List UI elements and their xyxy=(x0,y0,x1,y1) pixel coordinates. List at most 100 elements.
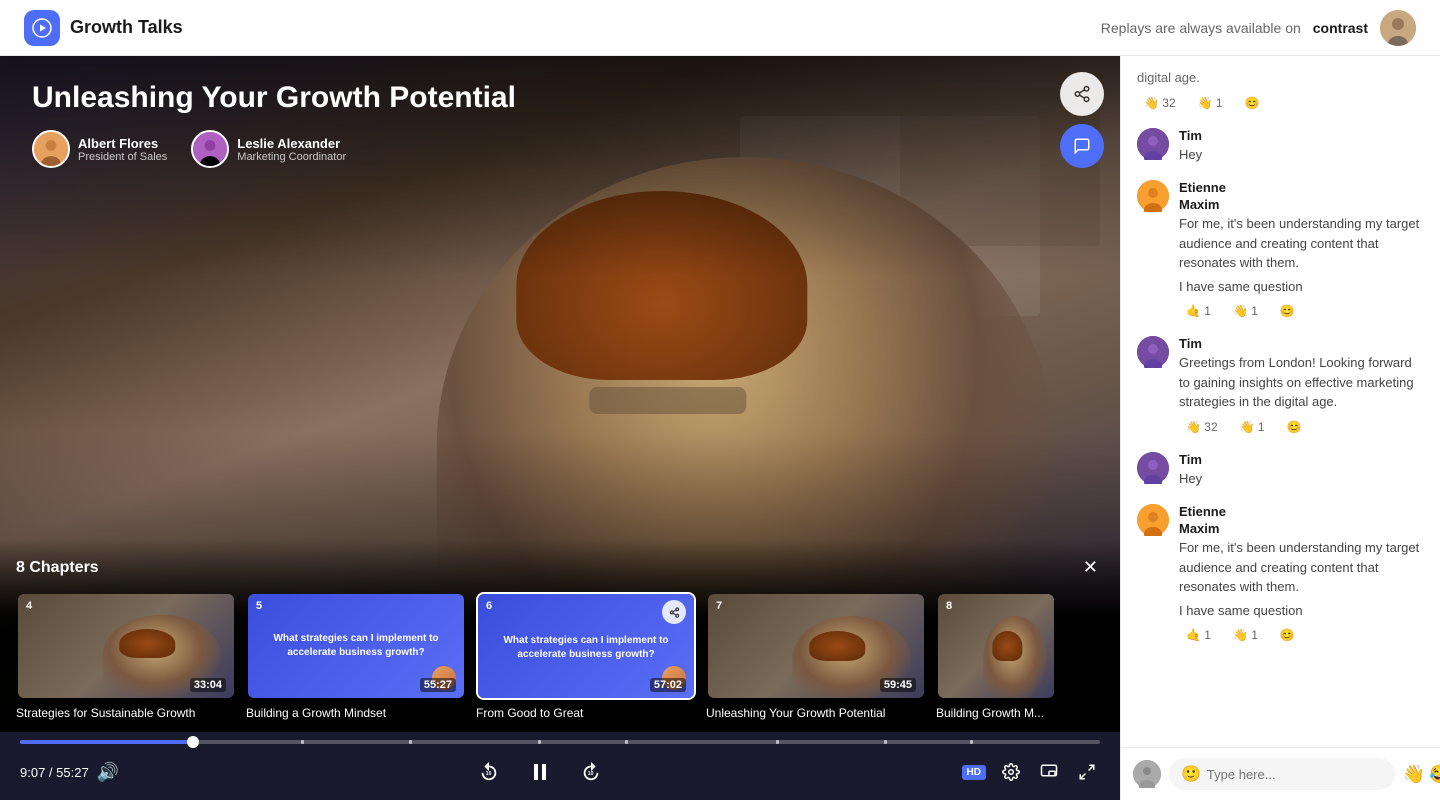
avatar-tim xyxy=(1137,128,1169,160)
avatar-etienne-2 xyxy=(1137,504,1169,536)
user-avatar[interactable] xyxy=(1380,10,1416,46)
chapter-4-num: 4 xyxy=(26,600,32,612)
list-item: Tim Greetings from London! Looking forwa… xyxy=(1137,336,1424,436)
chat-input-area: 🙂 👋 😂 🔥 xyxy=(1121,747,1440,800)
video-area: Unleashing Your Growth Potential Albert … xyxy=(0,56,1120,800)
chat-content-tim-1: Tim Hey xyxy=(1179,128,1424,165)
header: Growth Talks Replays are always availabl… xyxy=(0,0,1440,56)
chapter-card-6[interactable]: What strategies can I implement to accel… xyxy=(476,592,696,732)
list-item: Etienne Maxim For me, it's been understa… xyxy=(1137,504,1424,644)
chapter-card-5[interactable]: What strategies can I implement to accel… xyxy=(246,592,466,732)
reaction-emoji-1[interactable]: 🤙 1 xyxy=(1179,302,1218,320)
controls-bar: 9:07 / 55:27 🔊 10 xyxy=(0,732,1120,800)
chapters-header: 8 Chapters ✕ xyxy=(16,555,1104,580)
chapters-close-button[interactable]: ✕ xyxy=(1077,555,1104,580)
chapter-6-num: 6 xyxy=(486,600,492,612)
header-left: Growth Talks xyxy=(24,10,183,46)
speaker-1-info: Albert Flores President of Sales xyxy=(78,136,167,163)
reactions-row-london: 👋 32 👋 1 😊 xyxy=(1179,418,1424,436)
chat-text-tim-3: Hey xyxy=(1179,469,1424,489)
reaction-clap-3[interactable]: 👋 1 xyxy=(1226,626,1265,644)
controls-right: HD xyxy=(962,759,1100,785)
chapter-thumb-8: 8 xyxy=(936,592,1056,700)
hd-button[interactable]: HD xyxy=(962,765,986,780)
controls-center: 10 10 xyxy=(474,756,606,788)
speaker-1-name: Albert Flores xyxy=(78,136,167,151)
reaction-wave-32[interactable]: 👋 32 xyxy=(1179,418,1225,436)
chat-input-wrap: 🙂 xyxy=(1169,758,1395,790)
reaction-smile-4[interactable]: 😊 xyxy=(1273,626,1302,644)
forward-button[interactable]: 10 xyxy=(576,757,606,787)
rewind-button[interactable]: 10 xyxy=(474,757,504,787)
app-title: Growth Talks xyxy=(70,17,183,38)
video-container[interactable]: Unleashing Your Growth Potential Albert … xyxy=(0,56,1120,732)
reaction-clap-32[interactable]: 👋 32 xyxy=(1137,94,1183,112)
reaction-clap-2[interactable]: 👋 1 xyxy=(1226,302,1265,320)
fullscreen-button[interactable] xyxy=(1074,759,1100,785)
volume-button[interactable]: 🔊 xyxy=(97,762,119,783)
speaker-2-role: Marketing Coordinator xyxy=(237,151,346,163)
main-content: Unleashing Your Growth Potential Albert … xyxy=(0,56,1440,800)
reaction-emoji-3[interactable]: 🤙 1 xyxy=(1179,626,1218,644)
chapter-5-num: 5 xyxy=(256,600,262,612)
comment-button[interactable] xyxy=(1060,124,1104,168)
chat-author: Tim xyxy=(1179,128,1424,143)
emoji-laugh-button[interactable]: 😂 xyxy=(1429,764,1440,785)
chat-author-maxim: Maxim xyxy=(1179,197,1424,212)
chapter-6-duration: 57:02 xyxy=(650,678,686,692)
reaction-smile[interactable]: 😊 xyxy=(1238,94,1267,112)
progress-bar[interactable] xyxy=(20,732,1100,748)
pause-button[interactable] xyxy=(524,756,556,788)
smiley-icon: 🙂 xyxy=(1181,764,1201,784)
reaction-smile-2[interactable]: 😊 xyxy=(1273,302,1302,320)
time-display: 9:07 / 55:27 xyxy=(20,765,89,780)
chapter-card-4[interactable]: 4 33:04 Strategies for Sustainable Growt… xyxy=(16,592,236,732)
chat-author-tim-2: Tim xyxy=(1179,336,1424,351)
chat-content-tim-3: Tim Hey xyxy=(1179,452,1424,489)
current-user-avatar xyxy=(1133,760,1161,788)
reaction-wave-1[interactable]: 👋 1 xyxy=(1233,418,1272,436)
chat-author-maxim-2: Maxim xyxy=(1179,521,1424,536)
chapter-8-num: 8 xyxy=(946,600,952,612)
chat-author-etienne-2: Etienne xyxy=(1179,504,1424,519)
svg-text:10: 10 xyxy=(486,771,492,777)
reactions-row: 🤙 1 👋 1 😊 xyxy=(1179,302,1424,320)
reaction-smile-3[interactable]: 😊 xyxy=(1280,418,1309,436)
chapter-7-num: 7 xyxy=(716,600,722,612)
reactions-row: 👋 32 👋 1 😊 xyxy=(1137,94,1424,112)
chat-content-etienne-2: Etienne Maxim For me, it's been understa… xyxy=(1179,504,1424,644)
chat-text: Hey xyxy=(1179,145,1424,165)
avatar-etienne xyxy=(1137,180,1169,212)
avatar-tim-2 xyxy=(1137,336,1169,368)
chapters-title: 8 Chapters xyxy=(16,559,99,577)
reaction-clap-1[interactable]: 👋 1 xyxy=(1191,94,1230,112)
contrast-link[interactable]: contrast xyxy=(1313,20,1368,36)
chapter-thumb-5: What strategies can I implement to accel… xyxy=(246,592,466,700)
chapter-card-7[interactable]: 7 59:45 Unleashing Your Growth Potential xyxy=(706,592,926,732)
chapter-4-label: Strategies for Sustainable Growth xyxy=(16,706,236,732)
pip-button[interactable] xyxy=(1036,759,1062,785)
progress-track xyxy=(20,740,1100,744)
svg-text:10: 10 xyxy=(588,771,594,777)
list-item: Etienne Maxim For me, it's been understa… xyxy=(1137,180,1424,320)
chapter-7-duration: 59:45 xyxy=(880,678,916,692)
emoji-wave-button[interactable]: 👋 xyxy=(1403,764,1425,785)
speaker-2-name: Leslie Alexander xyxy=(237,136,346,151)
speaker-2-info: Leslie Alexander Marketing Coordinator xyxy=(237,136,346,163)
share-button[interactable] xyxy=(1060,72,1104,116)
controls-row: 9:07 / 55:27 🔊 10 xyxy=(20,748,1100,800)
speaker-1: Albert Flores President of Sales xyxy=(32,130,167,168)
header-right: Replays are always available on contrast xyxy=(1101,10,1416,46)
chapter-thumb-4: 4 33:04 xyxy=(16,592,236,700)
settings-button[interactable] xyxy=(998,759,1024,785)
list-item: Tim Hey xyxy=(1137,452,1424,489)
app-logo xyxy=(24,10,60,46)
speaker-2-avatar xyxy=(191,130,229,168)
speaker-2: Leslie Alexander Marketing Coordinator xyxy=(191,130,346,168)
speakers-list: Albert Flores President of Sales xyxy=(32,130,1088,168)
chapter-thumb-6: What strategies can I implement to accel… xyxy=(476,592,696,700)
chapter-6-share-button[interactable] xyxy=(662,600,686,624)
chapter-card-8[interactable]: 8 Building Growth M... xyxy=(936,592,1056,732)
chat-input[interactable] xyxy=(1207,767,1383,782)
chapter-5-duration: 55:27 xyxy=(420,678,456,692)
